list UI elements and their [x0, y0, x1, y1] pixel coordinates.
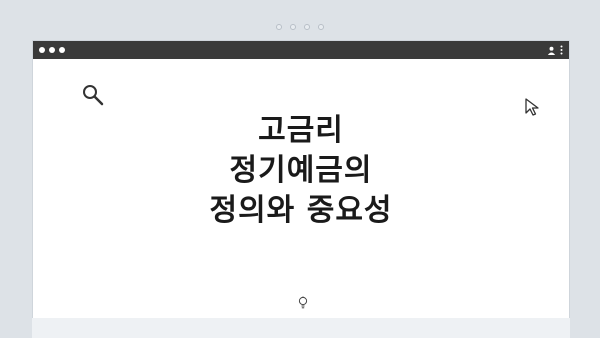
dot: [290, 24, 296, 30]
title-line: 고금리: [258, 113, 344, 148]
search-icon: [81, 83, 105, 111]
title-bar: [33, 41, 569, 59]
page-title: 고금리 정기예금의 정의와 중요성: [33, 111, 569, 231]
window-controls[interactable]: [39, 47, 65, 53]
maximize-dot[interactable]: [59, 47, 65, 53]
dot: [304, 24, 310, 30]
close-dot[interactable]: [39, 47, 45, 53]
top-dots-decoration: [0, 24, 600, 30]
dot: [276, 24, 282, 30]
bottom-strip: [32, 318, 570, 338]
kebab-menu-icon[interactable]: [560, 45, 563, 55]
browser-window: 고금리 정기예금의 정의와 중요성: [32, 40, 570, 319]
content-area: 고금리 정기예금의 정의와 중요성: [33, 59, 569, 319]
background: 고금리 정기예금의 정의와 중요성: [0, 0, 600, 338]
user-icon[interactable]: [547, 46, 556, 55]
minimize-dot[interactable]: [49, 47, 55, 53]
titlebar-icons: [547, 45, 563, 55]
title-line: 정의와 중요성: [209, 193, 393, 228]
title-line: 정기예금의: [229, 153, 373, 188]
dot: [318, 24, 324, 30]
bulb-icon: [297, 295, 309, 314]
